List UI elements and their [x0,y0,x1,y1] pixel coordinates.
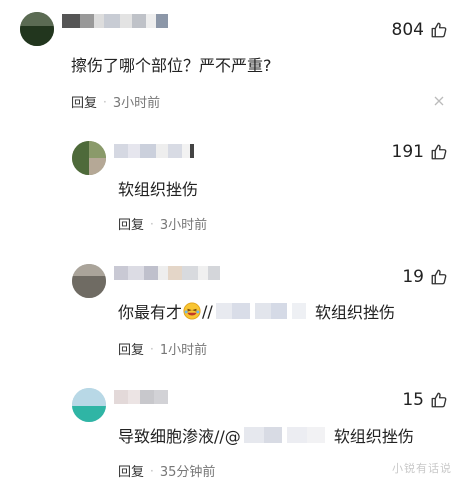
like-count: 19 [402,267,424,287]
comment-text: 软组织挫伤 [118,180,199,199]
username-blurred[interactable] [62,14,168,28]
like-control[interactable]: 15 [402,390,448,410]
comment-3: 19 你最有才 // 软组织挫伤 回复 · 1小时前 [0,255,462,365]
comment-text: 导致细胞渗液//@ 软组织挫伤 [118,423,414,447]
timestamp: 1小时前 [159,343,208,358]
comment-text-separator: // [202,301,213,321]
reply-button[interactable]: 回复 [71,92,97,111]
username-blurred[interactable] [114,390,168,404]
like-count: 15 [402,390,424,410]
thumbs-up-icon[interactable] [430,268,448,286]
comment-text-prefix: 你最有才 [118,303,183,322]
avatar[interactable] [72,141,106,175]
separator-dot: · [150,463,154,478]
mention-blurred[interactable] [215,303,306,319]
timestamp: 3小时前 [112,96,161,111]
laughing-emoji-icon [183,302,201,320]
separator-dot: · [150,216,154,231]
comment-2: 191 软组织挫伤 回复 · 3小时前 [0,130,462,240]
timestamp: 35分钟前 [159,465,216,480]
comment-text-prefix: 导致细胞渗液//@ [118,427,241,446]
reply-button[interactable]: 回复 [118,339,144,358]
reply-button[interactable]: 回复 [118,461,144,480]
avatar[interactable] [72,388,106,422]
watermark: 小锐有话说 [392,462,452,475]
close-icon[interactable] [434,96,444,106]
comment-meta: 回复 · 3小时前 [118,214,208,234]
comment-text-suffix: 软组织挫伤 [333,427,414,446]
separator-dot: · [150,341,154,356]
timestamp: 3小时前 [159,218,208,233]
like-control[interactable]: 804 [392,20,448,40]
like-control[interactable]: 19 [402,267,448,287]
like-count: 191 [391,142,424,162]
thumbs-up-icon[interactable] [430,391,448,409]
avatar[interactable] [20,12,54,46]
reply-button[interactable]: 回复 [118,214,144,233]
comment-1: 804 擦伤了哪个部位？严不严重? 回复 · 3小时前 [0,0,462,112]
comment-text: 你最有才 // 软组织挫伤 [118,299,395,323]
mention-blurred[interactable] [243,427,325,443]
thumbs-up-icon[interactable] [430,21,448,39]
comment-text: 擦伤了哪个部位？严不严重? [71,56,272,75]
comment-text-suffix: 软组织挫伤 [314,303,395,322]
comment-meta: 回复 · 35分钟前 [118,461,216,481]
separator-dot: · [103,94,107,109]
comment-meta: 回复 · 3小时前 [71,92,161,112]
like-control[interactable]: 191 [392,142,448,162]
username-blurred[interactable] [114,266,220,280]
avatar[interactable] [72,264,106,298]
like-count: 804 [391,20,424,40]
thumbs-up-icon[interactable] [430,143,448,161]
username-blurred[interactable] [114,144,194,158]
comment-meta: 回复 · 1小时前 [118,339,208,359]
